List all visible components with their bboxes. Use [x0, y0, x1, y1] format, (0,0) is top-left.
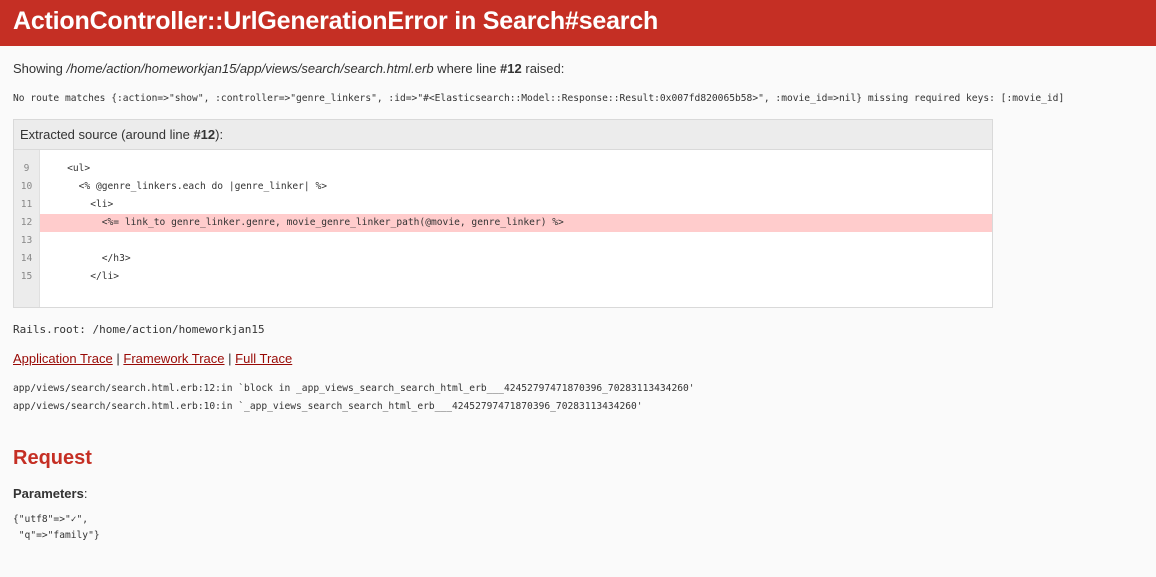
code-line: <li>	[44, 199, 114, 210]
request-heading: Request	[13, 447, 92, 469]
parameters-dump: {"utf8"=>"✓", "q"=>"family"}	[13, 512, 1143, 544]
application-trace: app/views/search/search.html.erb:12:in `…	[13, 380, 1143, 416]
line-number: 9	[23, 163, 30, 174]
parameters-label-text: Parameters	[13, 486, 84, 501]
parameters-colon: :	[83, 486, 88, 501]
framework-trace-link[interactable]: Framework Trace	[123, 351, 224, 366]
parameters-line: {"utf8"=>"✓",	[13, 514, 89, 525]
template-path: /home/action/homeworkjan15/app/views/sea…	[66, 61, 434, 76]
trace-line: app/views/search/search.html.erb:10:in `…	[13, 401, 643, 412]
line-number: 14	[20, 253, 33, 264]
trace-separator: |	[116, 351, 120, 366]
code-lines: <ul> <% @genre_linkers.each do |genre_li…	[40, 160, 992, 286]
showing-line: Showing /home/action/homeworkjan15/app/v…	[13, 61, 1143, 77]
source-title-suffix: ):	[215, 127, 224, 142]
showing-prefix: Showing	[13, 61, 67, 76]
line-number: 12	[20, 217, 33, 228]
error-content: Showing /home/action/homeworkjan15/app/v…	[0, 61, 1156, 544]
source-code: 9 10 11 12 13 14 15 <ul> <% @genre_linkers.eac…	[14, 150, 992, 307]
error-header: ActionController::UrlGenerationError in …	[0, 0, 1156, 46]
application-trace-link[interactable]: Application Trace	[13, 351, 113, 366]
trace-separator: |	[228, 351, 232, 366]
trace-links: Application Trace | Framework Trace | Fu…	[13, 351, 1143, 367]
full-trace-link[interactable]: Full Trace	[235, 351, 292, 366]
showing-suffix: raised:	[521, 61, 565, 76]
source-title-line: #12	[193, 127, 216, 142]
line-number: 15	[20, 271, 33, 282]
code-line: </li>	[44, 271, 120, 282]
line-number: 11	[20, 199, 33, 210]
parameters-label: Parameters:	[13, 486, 1143, 502]
error-title: ActionController::UrlGenerationError in …	[13, 7, 659, 35]
source-title-prefix: Extracted source (around line	[20, 127, 194, 142]
line-number: 10	[20, 181, 33, 192]
extracted-source-title: Extracted source (around line #12):	[14, 120, 992, 150]
rails-root: Rails.root: /home/action/homeworkjan15	[13, 323, 265, 336]
extracted-source: Extracted source (around line #12): 9 10 1…	[13, 119, 993, 308]
showing-middle: where line	[433, 61, 501, 76]
error-line-number: #12	[500, 61, 522, 76]
code-line: <ul>	[44, 163, 91, 174]
highlighted-code-line: <%= link_to genre_linker.genre, movie_ge…	[40, 214, 992, 232]
parameters-line: "q"=>"family"}	[13, 530, 100, 541]
error-message: No route matches {:action=>"show", :cont…	[13, 93, 1065, 104]
line-number: 13	[20, 235, 33, 246]
trace-line: app/views/search/search.html.erb:12:in `…	[13, 383, 695, 394]
code-line: <% @genre_linkers.each do |genre_linker|…	[44, 181, 328, 192]
line-numbers: 9 10 11 12 13 14 15	[14, 150, 40, 307]
code-line: </h3>	[44, 253, 131, 264]
